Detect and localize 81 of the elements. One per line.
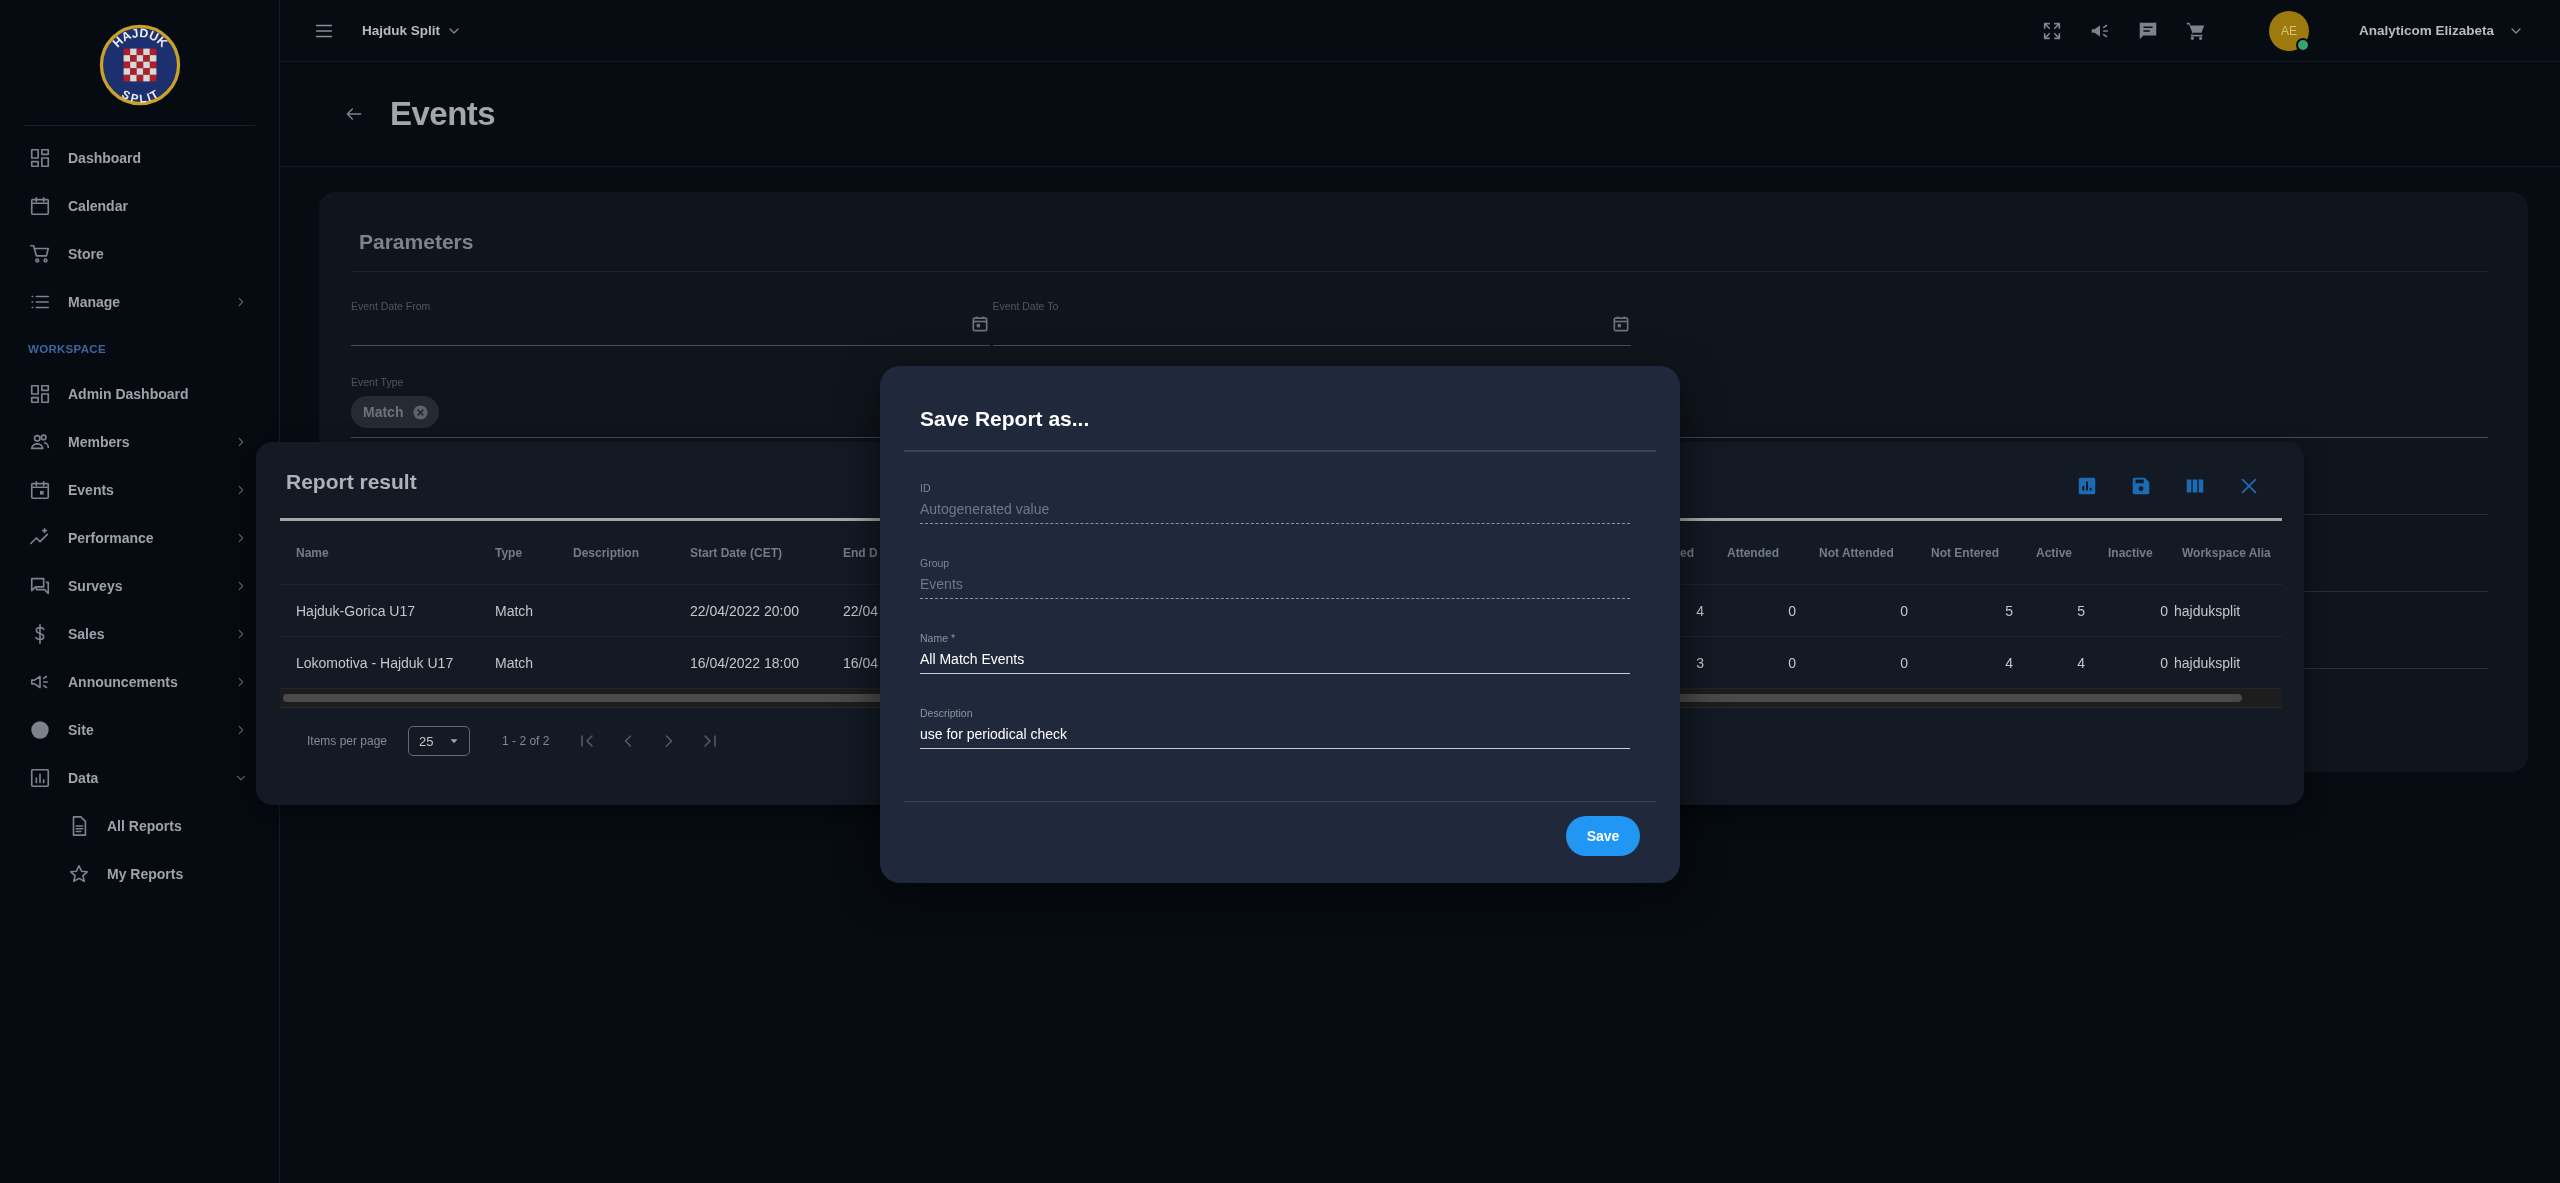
- column-header: Description: [573, 545, 640, 560]
- remove-icon[interactable]: [412, 403, 430, 421]
- items-per-page-label: Items per page: [307, 734, 388, 748]
- calendar-icon[interactable]: [1611, 314, 1631, 334]
- page-range: 1 - 2 of 2: [502, 734, 550, 748]
- table-cell-text: 5: [2076, 602, 2086, 619]
- table-cell-text: Lokomotiva - Hajduk U17: [296, 654, 455, 671]
- table-cell-text: 0: [1899, 654, 1909, 671]
- column-header: Workspace Alia: [2181, 545, 2272, 560]
- table-cell: 16/04: [843, 654, 880, 671]
- sidebar-item[interactable]: Sales: [0, 610, 254, 658]
- field-label: ID: [920, 482, 931, 494]
- sidebar-item[interactable]: Performance: [0, 514, 254, 562]
- sidebar-item[interactable]: Admin Dashboard: [0, 370, 254, 418]
- column-header: Type: [495, 545, 524, 560]
- table-cell-text: Match: [495, 602, 535, 619]
- calendar-icon: [29, 195, 51, 217]
- column-header: Active: [2035, 545, 2074, 560]
- chat-icon: [29, 575, 51, 597]
- panel-title: Report result: [286, 469, 417, 494]
- user-menu[interactable]: Analyticom Elizabeta: [2358, 22, 2524, 39]
- column-header: Name: [296, 545, 330, 560]
- text-field[interactable]: All Match Events: [920, 649, 1630, 674]
- column-header: Inactive: [2107, 545, 2154, 560]
- table-cell: 22/04: [843, 602, 880, 619]
- table-cell-text: 4: [2076, 654, 2086, 671]
- save-icon[interactable]: [2130, 475, 2152, 497]
- table-cell-text: 5: [2004, 602, 2014, 619]
- field-label: Name *: [920, 632, 955, 644]
- column-header: End D: [843, 545, 879, 560]
- dialog-title: Save Report as...: [904, 366, 1656, 452]
- sidebar-item[interactable]: All Reports: [0, 802, 254, 850]
- logo-text: HAJDUK: [109, 25, 170, 51]
- field-label: Group: [920, 557, 950, 569]
- table-cell-text: 0: [1787, 602, 1797, 619]
- page-title: Events: [390, 95, 496, 133]
- table-cell-text: 16/04/2022 18:00: [690, 654, 800, 671]
- section-heading: WORKSPACE: [27, 342, 107, 357]
- bar-chart-icon: [29, 767, 51, 789]
- sidebar-item[interactable]: Dashboard: [0, 134, 254, 182]
- table-cell-text: 0: [1899, 602, 1909, 619]
- dashboard-icon: [29, 147, 51, 169]
- calendar-icon: [29, 479, 51, 501]
- sidebar-item[interactable]: Surveys: [0, 562, 254, 610]
- table-cell-text: 22/04/2022 20:00: [690, 602, 800, 619]
- sidebar-item[interactable]: Manage: [0, 278, 254, 326]
- column-header: Attended: [1726, 545, 1780, 560]
- table-cell-text: Match: [495, 654, 535, 671]
- bar-chart-icon[interactable]: [2076, 475, 2098, 497]
- column-header: Not Entered: [1930, 545, 2000, 560]
- sidebar-item[interactable]: Store: [0, 230, 254, 278]
- sidebar-item[interactable]: Calendar: [0, 182, 254, 230]
- table-cell-text: 0: [2159, 654, 2169, 671]
- sidebar-item[interactable]: Members: [0, 418, 254, 466]
- cart-icon: [29, 243, 51, 265]
- table-cell-text: 0: [1787, 654, 1797, 671]
- page-size-select[interactable]: 25: [408, 726, 471, 756]
- text-field: Events: [920, 574, 1630, 599]
- table-cell-text: hajduksplit: [2174, 654, 2242, 671]
- table-cell-text: Hajduk-Gorica U17: [296, 602, 417, 619]
- dashboard-icon: [29, 383, 51, 405]
- text-field[interactable]: use for periodical check: [920, 724, 1630, 749]
- table-cell-text: 0: [2159, 602, 2169, 619]
- sidebar-item[interactable]: Data: [0, 754, 254, 802]
- column-header: ed: [1680, 545, 1695, 560]
- sidebar-item[interactable]: My Reports: [0, 850, 254, 898]
- sidebar-item[interactable]: Announcements: [0, 658, 254, 706]
- table-cell-text: 3: [1695, 654, 1705, 671]
- field-label: Description: [920, 707, 973, 719]
- table-cell-text: hajduksplit: [2174, 602, 2242, 619]
- table-cell-text: 4: [1695, 602, 1705, 619]
- column-header: Not Attended: [1818, 545, 1895, 560]
- sidebar-item[interactable]: Site: [0, 706, 254, 754]
- text-field: Autogenerated value: [920, 499, 1630, 524]
- logo-text: SPLIT: [119, 87, 160, 105]
- star-icon: [68, 863, 90, 885]
- workspace-selector[interactable]: Hajduk Split: [362, 22, 462, 39]
- column-header: Start Date (CET): [690, 545, 783, 560]
- sidebar-item[interactable]: Events: [0, 466, 254, 514]
- section-title: Parameters: [351, 192, 2488, 272]
- table-cell-text: 4: [2004, 654, 2014, 671]
